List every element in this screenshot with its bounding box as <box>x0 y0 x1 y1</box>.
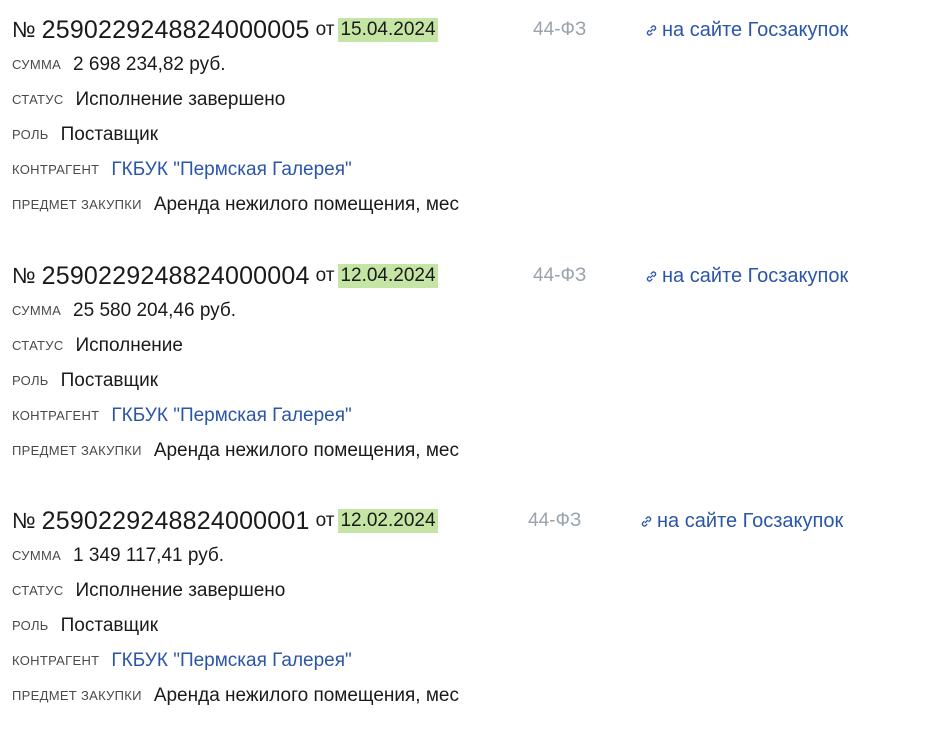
subject-label: предмет закупки <box>12 688 142 703</box>
status-row: статус Исполнение <box>12 328 912 363</box>
role-value: Поставщик <box>60 614 159 636</box>
contract-number[interactable]: 2590229248824000001 <box>42 507 310 536</box>
subject-label: предмет закупки <box>12 197 142 212</box>
counterparty-row: контрагент ГКБУК "Пермская Галерея" <box>12 643 912 678</box>
sum-value: 2 698 234,82 руб. <box>73 53 226 75</box>
status-label: статус <box>12 338 64 353</box>
zakupki-link-label: на сайте Госзакупок <box>657 509 844 532</box>
counterparty-row: контрагент ГКБУК "Пермская Галерея" <box>12 398 912 433</box>
sum-row: сумма 1 349 117,41 руб. <box>12 538 912 573</box>
sum-value: 1 349 117,41 руб. <box>73 544 225 566</box>
zakupki-link[interactable]: на сайте Госзакупок <box>645 265 848 288</box>
subject-row: предмет закупки Аренда нежилого помещени… <box>12 678 912 713</box>
zakupki-link[interactable]: на сайте Госзакупок <box>645 19 848 42</box>
law-label: 44-ФЗ <box>533 19 587 40</box>
sum-value: 25 580 204,46 руб. <box>73 299 237 321</box>
subject-value: Аренда нежилого помещения, мес <box>153 684 459 706</box>
subject-row: предмет закупки Аренда нежилого помещени… <box>12 433 912 468</box>
number-sign: № <box>12 263 36 288</box>
role-value: Поставщик <box>60 123 159 145</box>
contract-header: № 2590229248824000004 от 12.04.2024 44-Ф… <box>12 259 912 293</box>
subject-value: Аренда нежилого помещения, мес <box>153 193 459 215</box>
role-label: роль <box>12 127 49 142</box>
from-label: от <box>315 19 335 40</box>
contract-date: 15.04.2024 <box>338 18 438 42</box>
counterparty-link[interactable]: ГКБУК "Пермская Галерея" <box>111 650 351 672</box>
zakupki-link[interactable]: на сайте Госзакупок <box>640 510 843 533</box>
zakupki-link-label: на сайте Госзакупок <box>662 18 849 41</box>
counterparty-label: контрагент <box>12 162 100 177</box>
number-sign: № <box>12 508 36 533</box>
contract-header: № 2590229248824000005 от 15.04.2024 44-Ф… <box>12 13 912 47</box>
link-icon <box>646 24 657 36</box>
status-label: статус <box>12 583 64 598</box>
number-sign: № <box>12 17 36 42</box>
contract-number[interactable]: 2590229248824000004 <box>42 262 310 291</box>
role-row: роль Поставщик <box>12 117 912 152</box>
law-label: 44-ФЗ <box>533 265 587 286</box>
contract-header: № 2590229248824000001 от 12.02.2024 44-Ф… <box>12 504 912 538</box>
counterparty-label: контрагент <box>12 653 100 668</box>
sum-label: сумма <box>12 303 62 318</box>
status-label: статус <box>12 92 64 107</box>
contract-number[interactable]: 2590229248824000005 <box>42 16 310 45</box>
status-row: статус Исполнение завершено <box>12 573 912 608</box>
status-value: Исполнение завершено <box>75 579 286 601</box>
from-label: от <box>315 510 335 531</box>
counterparty-link[interactable]: ГКБУК "Пермская Галерея" <box>111 405 351 427</box>
counterparty-link[interactable]: ГКБУК "Пермская Галерея" <box>111 159 351 181</box>
status-value: Исполнение <box>75 334 183 356</box>
contract-card: № 2590229248824000005 от 15.04.2024 44-Ф… <box>12 13 912 222</box>
contract-card: № 2590229248824000004 от 12.04.2024 44-Ф… <box>12 259 912 468</box>
sum-row: сумма 2 698 234,82 руб. <box>12 47 912 82</box>
sum-label: сумма <box>12 57 62 72</box>
from-label: от <box>315 265 335 286</box>
status-row: статус Исполнение завершено <box>12 82 912 117</box>
role-row: роль Поставщик <box>12 608 912 643</box>
contract-card: № 2590229248824000001 от 12.02.2024 44-Ф… <box>12 504 912 713</box>
counterparty-label: контрагент <box>12 408 100 423</box>
role-label: роль <box>12 618 49 633</box>
link-icon <box>646 270 657 282</box>
status-value: Исполнение завершено <box>75 88 286 110</box>
subject-label: предмет закупки <box>12 443 142 458</box>
role-label: роль <box>12 373 49 388</box>
role-row: роль Поставщик <box>12 363 912 398</box>
contract-date: 12.02.2024 <box>338 509 438 533</box>
subject-value: Аренда нежилого помещения, мес <box>153 439 459 461</box>
sum-label: сумма <box>12 548 62 563</box>
role-value: Поставщик <box>60 369 159 391</box>
sum-row: сумма 25 580 204,46 руб. <box>12 293 912 328</box>
counterparty-row: контрагент ГКБУК "Пермская Галерея" <box>12 152 912 187</box>
zakupki-link-label: на сайте Госзакупок <box>662 264 849 287</box>
link-icon <box>641 515 652 527</box>
subject-row: предмет закупки Аренда нежилого помещени… <box>12 187 912 222</box>
contract-date: 12.04.2024 <box>338 264 438 288</box>
law-label: 44-ФЗ <box>528 510 582 531</box>
